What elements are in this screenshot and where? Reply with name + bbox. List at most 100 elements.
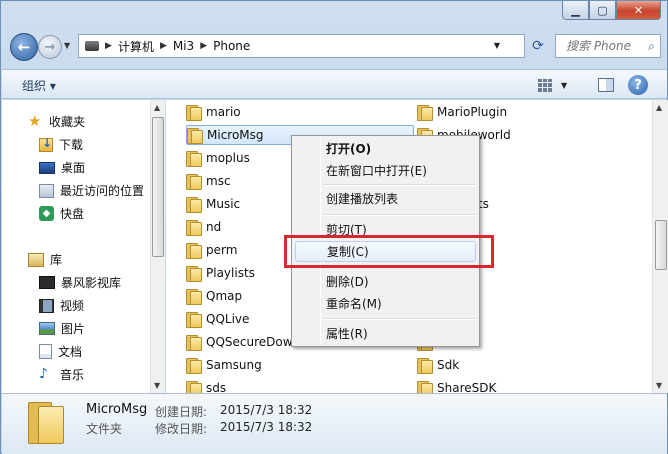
- folder-name: sds: [206, 381, 227, 393]
- history-dropdown[interactable]: ▼: [64, 41, 70, 50]
- folder-item[interactable]: Playlists: [186, 263, 255, 283]
- scrollbar-thumb[interactable]: [655, 220, 667, 270]
- scrollbar-thumb[interactable]: [152, 117, 164, 257]
- folder-item[interactable]: Samsung: [186, 355, 262, 375]
- scroll-up-icon[interactable]: ▲: [656, 103, 662, 112]
- folder-item[interactable]: QQLive: [186, 309, 249, 329]
- folder-name: MicroMsg: [207, 128, 264, 142]
- folder-item[interactable]: msc: [186, 171, 231, 191]
- nav-item-recent[interactable]: 最近访问的位置: [39, 182, 144, 199]
- address-bar[interactable]: ▶ 计算机 ▶ Mi3 ▶ Phone ▼: [78, 34, 525, 58]
- folder-item[interactable]: Music: [186, 194, 240, 214]
- nav-item-pictures[interactable]: 图片: [39, 320, 85, 337]
- breadcrumb-computer[interactable]: 计算机: [118, 38, 154, 55]
- folder-name: Samsung: [206, 358, 262, 372]
- folder-name: msc: [206, 174, 231, 188]
- desktop-icon: [39, 161, 55, 174]
- minimize-button[interactable]: ▁: [562, 1, 589, 20]
- nav-item-kuaipan[interactable]: ◆ 快盘: [39, 205, 84, 222]
- library-icon: [28, 252, 44, 267]
- maximize-icon: ▢: [597, 3, 608, 17]
- nav-item-videos[interactable]: 视频: [39, 297, 84, 314]
- recent-places-icon: [39, 183, 54, 198]
- search-box[interactable]: ⌕: [555, 34, 661, 58]
- folder-icon: [417, 357, 433, 374]
- modified-date-label: 修改日期:: [155, 422, 208, 436]
- folder-icon: [186, 242, 202, 259]
- annotation-highlight-box: [284, 235, 494, 268]
- details-pane: MicroMsg 文件夹 创建日期: 2015/7/3 18:32 修改日期: …: [2, 393, 667, 454]
- view-grid-icon: [538, 78, 553, 92]
- folder-item[interactable]: QQSecureDow: [186, 332, 293, 352]
- preview-pane-button[interactable]: [594, 75, 618, 95]
- folder-name: QQSecureDow: [206, 335, 293, 349]
- details-name: MicroMsg: [86, 402, 148, 417]
- nav-item-libraries[interactable]: 库: [28, 251, 62, 268]
- change-view-button[interactable]: ▼: [538, 76, 578, 94]
- folder-item[interactable]: moplus: [186, 148, 250, 168]
- help-button[interactable]: ?: [628, 75, 648, 95]
- close-button[interactable]: ✕: [616, 1, 661, 20]
- video-library-icon: [39, 276, 55, 289]
- folder-icon: [186, 219, 202, 236]
- chevron-right-icon[interactable]: ▶: [105, 41, 112, 51]
- menu-item-create-playlist[interactable]: 创建播放列表: [295, 188, 476, 209]
- command-bar: 组织 ▾ ▼ ?: [2, 69, 667, 99]
- organize-button[interactable]: 组织 ▾: [22, 77, 56, 94]
- folder-item[interactable]: MarioPlugin: [417, 102, 507, 122]
- nav-item-favorites[interactable]: ★ 收藏夹: [28, 113, 85, 130]
- refresh-button[interactable]: ⟳: [527, 36, 549, 56]
- folder-item[interactable]: ShareSDK: [417, 378, 496, 393]
- kuaipan-icon: ◆: [39, 206, 54, 221]
- arrow-right-icon: →: [44, 39, 56, 55]
- chevron-right-icon[interactable]: ▶: [160, 41, 167, 51]
- minimize-icon: ▁: [571, 3, 580, 17]
- scroll-down-icon[interactable]: ▼: [154, 381, 160, 390]
- nav-pane-scrollbar[interactable]: ▲ ▼: [150, 100, 165, 393]
- chevron-down-icon[interactable]: ▼: [561, 81, 567, 90]
- file-list-scrollbar[interactable]: ▲ ▼: [652, 100, 668, 393]
- menu-item-open-new-window[interactable]: 在新窗口中打开(E): [295, 160, 476, 181]
- menu-item-delete[interactable]: 删除(D): [295, 271, 476, 292]
- forward-button[interactable]: →: [38, 35, 62, 59]
- preview-pane-icon: [598, 78, 614, 92]
- scroll-up-icon[interactable]: ▲: [154, 103, 160, 112]
- folder-item[interactable]: nd: [186, 217, 221, 237]
- refresh-icon: ⟳: [532, 38, 544, 54]
- menu-item-rename[interactable]: 重命名(M): [295, 293, 476, 314]
- window-controls: ▁ ▢ ✕: [562, 1, 661, 20]
- folder-name: Qmap: [206, 289, 243, 303]
- folder-item[interactable]: sds: [186, 378, 226, 393]
- folder-item[interactable]: Sdk: [417, 355, 459, 375]
- downloads-icon: [39, 136, 53, 152]
- nav-item-downloads[interactable]: 下载: [39, 136, 83, 153]
- menu-separator: [323, 184, 475, 186]
- menu-item-properties[interactable]: 属性(R): [295, 323, 476, 344]
- folder-name: nd: [206, 220, 222, 234]
- nav-item-music[interactable]: ♪ 音乐: [39, 366, 84, 383]
- address-dropdown-icon[interactable]: ▼: [494, 41, 500, 50]
- folder-item[interactable]: Qmap: [186, 286, 242, 306]
- music-note-icon: ♪: [39, 366, 48, 382]
- search-icon: ⌕: [648, 38, 655, 53]
- chevron-right-icon[interactable]: ▶: [200, 41, 207, 51]
- folder-item[interactable]: mario: [186, 102, 241, 122]
- nav-item-storm-library[interactable]: 暴风影视库: [39, 274, 121, 291]
- folder-icon: [186, 357, 202, 374]
- menu-item-open[interactable]: 打开(O): [295, 138, 476, 159]
- breadcrumb-mi3[interactable]: Mi3: [173, 39, 194, 53]
- nav-item-desktop[interactable]: 桌面: [39, 159, 85, 176]
- navigation-pane: ★ 收藏夹 下载 桌面 最近访问的位置 ◆ 快盘 库 暴风影视库 视: [2, 100, 165, 393]
- folder-name: QQLive: [206, 312, 250, 326]
- back-button[interactable]: ←: [10, 33, 38, 61]
- star-icon: ★: [28, 112, 42, 130]
- breadcrumb-phone[interactable]: Phone: [213, 39, 250, 53]
- computer-icon: [85, 41, 99, 51]
- search-input[interactable]: [566, 39, 646, 53]
- nav-item-documents[interactable]: 文档: [39, 343, 82, 360]
- maximize-button[interactable]: ▢: [589, 1, 616, 20]
- folder-icon: [186, 196, 202, 213]
- scroll-down-icon[interactable]: ▼: [656, 381, 662, 390]
- folder-item[interactable]: perm: [186, 240, 237, 260]
- folder-name: mario: [206, 105, 241, 119]
